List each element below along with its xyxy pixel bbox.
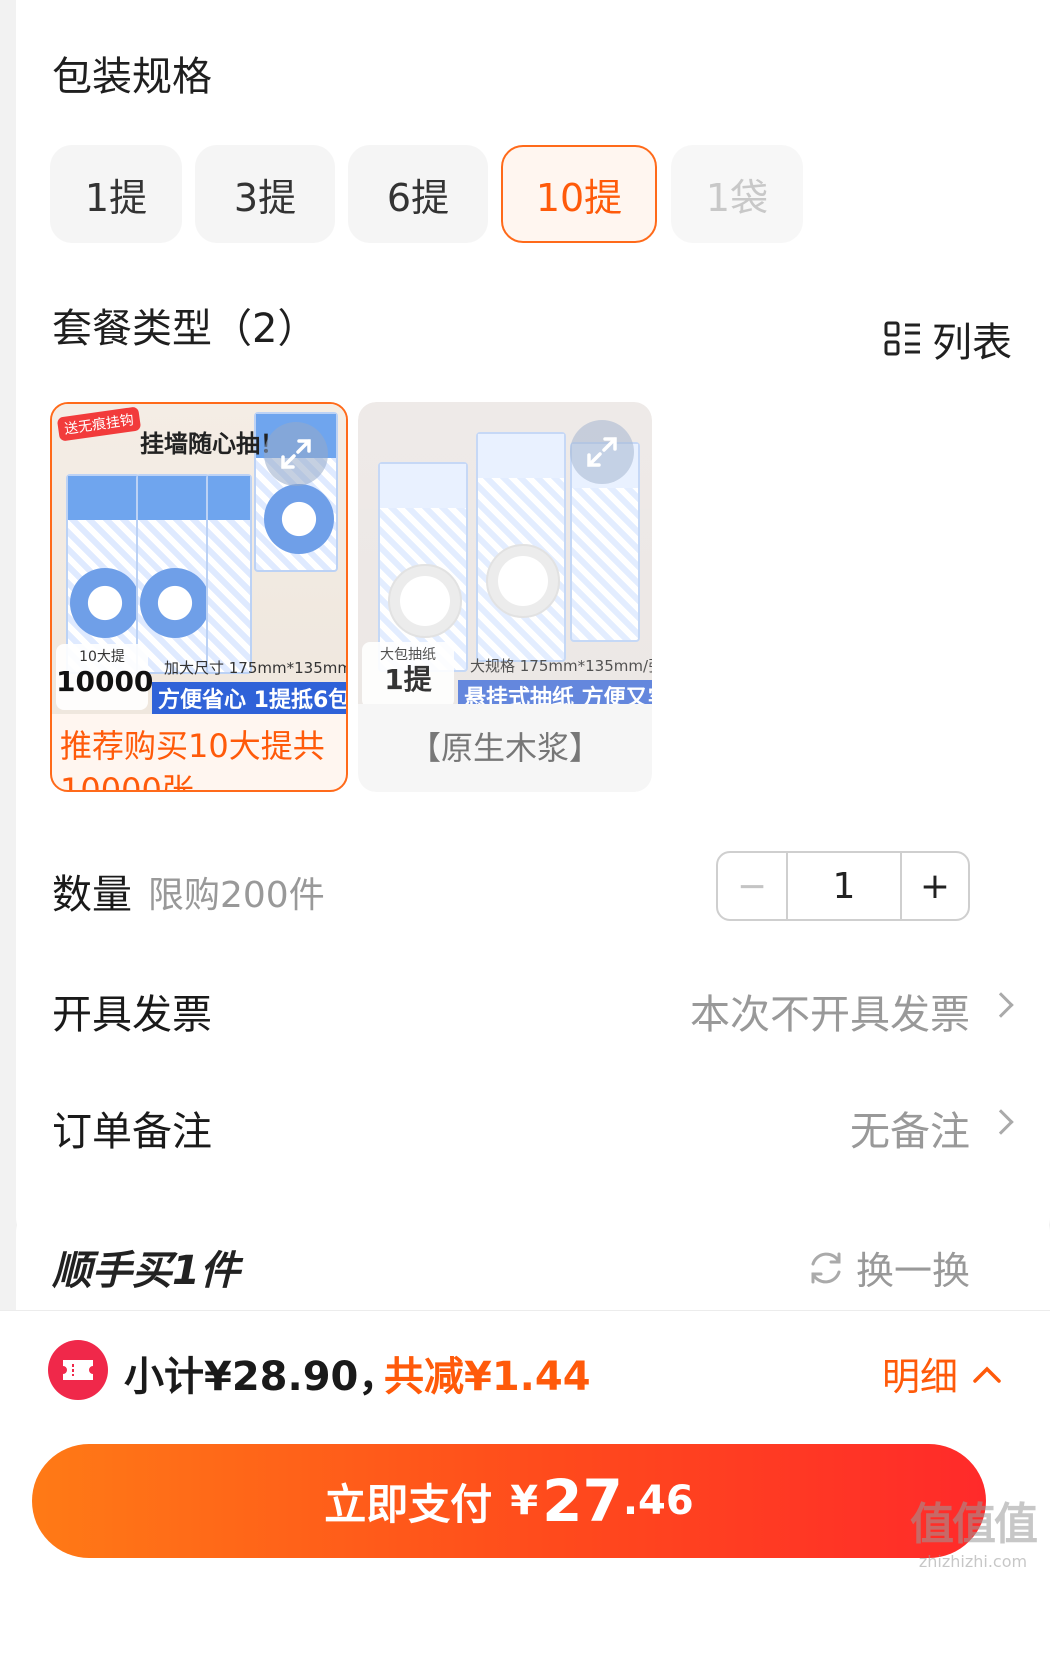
spec-option-bag: 1袋 [671,145,803,243]
addon-title: 顺手买1件 [52,1248,240,1294]
badge-label: 10大提 [79,649,125,665]
expand-icon[interactable] [264,422,328,486]
expand-icon[interactable] [570,420,634,484]
gift-tag: 送无痕挂钩 [56,406,142,442]
chevron-up-icon [973,1366,1001,1383]
tissue-pack [206,474,252,674]
package-name-wrap: 【原生木浆】 [358,704,652,792]
detail-label: 明细 [881,1355,958,1399]
refresh-icon [811,1252,841,1283]
subtotal-text: 小计¥28.90， [124,1354,399,1400]
discount-text: 共减¥1.44 [384,1354,591,1400]
spec-option-3[interactable]: 3提 [195,145,335,243]
quantity-stepper: − 1 + [716,851,970,921]
watermark-logo: 值值值 [910,1499,1038,1550]
package-name-wrap: 推荐购买10大提共10000张 [52,714,346,792]
image-banner: 方便省心 1提抵6包 [152,682,346,714]
addon-refresh-button[interactable]: 换一换 [806,1240,970,1295]
package-image: 送无痕挂钩 挂墙随心抽！ 加大尺寸 175mm*135mm 10大提 10000… [52,404,346,714]
list-icon [884,321,920,356]
tissue-pack [476,432,566,662]
pay-label: 立即支付 [324,1479,493,1529]
watermark-site: zhizhizhi.com [918,1552,1028,1571]
refresh-label: 换一换 [855,1249,970,1293]
image-headline: 挂墙随心抽！ [140,430,284,458]
invoice-value: 本次不开具发票 [690,992,970,1038]
spec-option-1[interactable]: 1提 [50,145,182,243]
quantity-minus-button[interactable]: − [718,853,788,919]
pay-currency: ¥ [510,1478,539,1524]
watermark: 值值值 zhizhizhi.com [910,1488,1038,1571]
package-name: 推荐购买10大提共10000张 [60,727,325,792]
badge-label: 大包抽纸 [380,647,436,663]
remark-value: 无备注 [850,1109,970,1155]
spec-option-label: 1提 [84,175,148,220]
pay-amount-decimal: .46 [622,1478,694,1524]
spec-title: 包装规格 [52,54,212,100]
tissue-pack [136,474,210,674]
list-label: 列表 [932,320,1012,366]
package-option-single[interactable]: 大规格 175mm*135mm/张 大包抽纸 1提 悬挂式抽纸 方便又实惠 【原… [358,402,652,792]
spec-option-label: 10提 [535,175,623,220]
spec-option-10[interactable]: 10提 [501,145,657,243]
image-size-text: 加大尺寸 175mm*135mm [164,659,346,677]
coupon-icon [48,1340,108,1400]
pay-now-button[interactable]: 立即支付 ¥ 27 .46 [32,1444,986,1558]
tissue-pack [378,462,468,672]
count-badge: 大包抽纸 1提 [362,642,454,708]
badge-value: 10000 [56,665,154,698]
image-size-text: 大规格 175mm*135mm/张 [470,657,652,675]
count-badge: 10大提 10000 [56,644,154,710]
package-option-10-packs[interactable]: 送无痕挂钩 挂墙随心抽！ 加大尺寸 175mm*135mm 10大提 10000… [50,402,348,792]
spec-option-label: 3提 [233,175,297,220]
package-title: 套餐类型（2） [52,306,318,352]
package-name: 【原生木浆】 [408,729,601,767]
quantity-plus-button[interactable]: + [902,853,968,919]
badge-value: 1提 [384,663,432,696]
spec-option-label: 1袋 [705,175,769,220]
spec-option-6[interactable]: 6提 [348,145,488,243]
detail-button[interactable]: 明细 [882,1346,1002,1401]
package-image: 大规格 175mm*135mm/张 大包抽纸 1提 悬挂式抽纸 方便又实惠 [358,402,652,712]
remark-label: 订单备注 [52,1109,212,1155]
quantity-input[interactable]: 1 [788,853,902,919]
spec-option-label: 6提 [386,175,450,220]
list-view-toggle[interactable]: 列表 [884,310,1012,368]
pay-amount-integer: 27 [542,1467,623,1535]
invoice-label: 开具发票 [52,992,212,1038]
quantity-limit: 限购200件 [148,875,325,916]
quantity-label: 数量 [52,872,132,918]
